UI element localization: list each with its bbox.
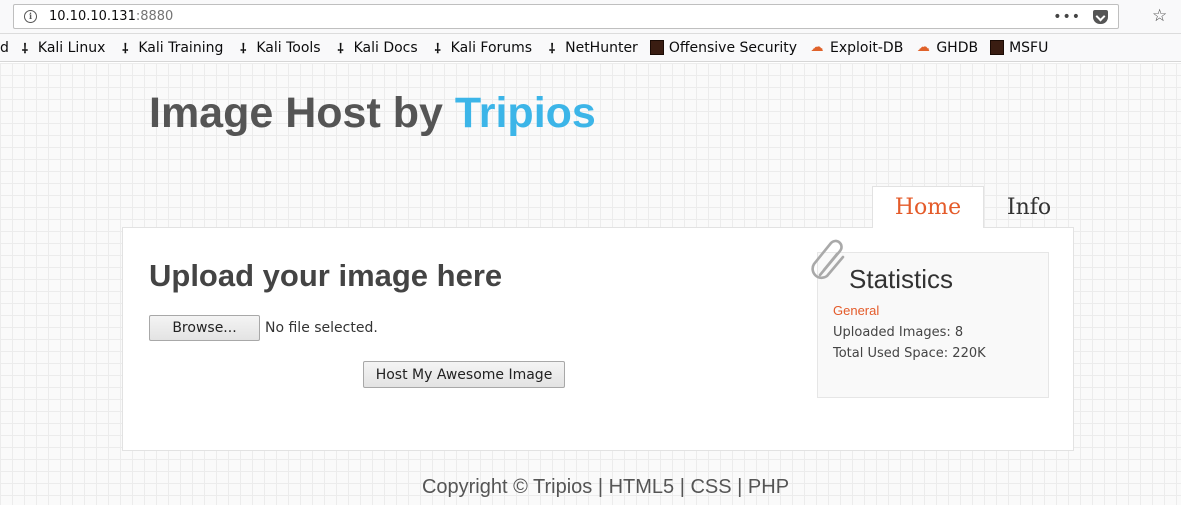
- bookmark-kali-training[interactable]: ⸸ Kali Training: [117, 39, 223, 57]
- bookmark-label: Kali Tools: [256, 39, 321, 56]
- site-title-brand: Tripios: [454, 89, 596, 137]
- bookmark-kali-forums[interactable]: ⸸ Kali Forums: [430, 39, 533, 57]
- site-title: Image Host by Tripios: [149, 89, 596, 138]
- url-bar[interactable]: i 10.10.10.131:8880 •••: [13, 4, 1119, 29]
- bookmark-label: Kali Docs: [353, 39, 418, 56]
- bookmark-ghdb[interactable]: ☁ GHDB: [915, 40, 978, 56]
- kali-dragon-icon: ⸸: [240, 41, 247, 57]
- browse-button[interactable]: Browse...: [149, 315, 260, 341]
- bookmark-kali-tools[interactable]: ⸸ Kali Tools: [235, 39, 320, 57]
- bookmark-label: NetHunter: [565, 39, 638, 56]
- bookmarks-toolbar: d ⸸ Kali Linux ⸸ Kali Training ⸸ Kali Tools…: [0, 34, 1181, 62]
- kali-dragon-icon: ⸸: [549, 41, 556, 57]
- bookmark-label: MSFU: [1009, 39, 1049, 56]
- offsec-icon: [990, 40, 1005, 55]
- site-title-prefix: Image Host by: [149, 89, 455, 137]
- info-icon[interactable]: i: [24, 10, 37, 23]
- kali-dragon-icon: ⸸: [434, 41, 441, 57]
- kali-dragon-icon: ⸸: [21, 41, 28, 57]
- bookmark-exploit-db[interactable]: ☁ Exploit-DB: [809, 39, 904, 56]
- kali-dragon-icon: ⸸: [337, 41, 344, 57]
- upload-panel: Upload your image here Browse... No file…: [122, 227, 1074, 451]
- url-host: 10.10.10.131: [49, 9, 136, 24]
- bookmark-nethunter[interactable]: ⸸ NetHunter: [544, 39, 638, 57]
- exploitdb-icon: ☁: [916, 40, 930, 55]
- bookmark-label: GHDB: [936, 39, 979, 56]
- browser-toolbar: i 10.10.10.131:8880 ••• ☆: [0, 0, 1181, 34]
- file-status: No file selected.: [265, 320, 378, 336]
- tab-home[interactable]: Home: [872, 186, 984, 228]
- footer-text: Copyright © Tripios | HTML5 | CSS | PHP: [421, 476, 790, 498]
- pocket-icon[interactable]: [1093, 9, 1108, 24]
- statistics-subtitle: General: [833, 303, 880, 318]
- bookmark-msfu[interactable]: MSFU: [990, 40, 1048, 56]
- bookmark-star-icon[interactable]: ☆: [1152, 6, 1167, 26]
- bookmark-kali-docs[interactable]: ⸸ Kali Docs: [333, 39, 418, 57]
- total-used-space: Total Used Space: 220K: [833, 346, 986, 361]
- statistics-title: Statistics: [849, 264, 954, 294]
- upload-title: Upload your image here: [149, 258, 503, 293]
- footer: Copyright © Tripios | HTML5 | CSS | PHP: [0, 476, 1181, 499]
- bookmark-label: Offensive Security: [668, 39, 798, 56]
- exploitdb-icon: ☁: [810, 40, 824, 55]
- page-content: Image Host by Tripios Home Info Upload y…: [0, 63, 1181, 505]
- kali-dragon-icon: ⸸: [122, 41, 129, 57]
- bookmark-item[interactable]: d: [0, 40, 9, 56]
- paperclip-icon: [811, 239, 845, 280]
- bookmark-label: Kali Forums: [450, 39, 533, 56]
- tab-info[interactable]: Info: [990, 186, 1068, 228]
- host-image-button[interactable]: Host My Awesome Image: [363, 361, 565, 388]
- page-actions-icon[interactable]: •••: [1053, 9, 1081, 25]
- url-text[interactable]: 10.10.10.131:8880: [49, 9, 173, 24]
- offsec-icon: [649, 40, 664, 55]
- bookmark-label: d: [0, 39, 9, 56]
- bookmark-label: Exploit-DB: [830, 39, 904, 56]
- statistics-box: Statistics General Uploaded Images: 8 To…: [811, 239, 1049, 398]
- uploaded-images-count: Uploaded Images: 8: [833, 325, 964, 340]
- bookmark-label: Kali Linux: [37, 39, 106, 56]
- url-port: :8880: [135, 9, 174, 24]
- bookmark-offensive-security[interactable]: Offensive Security: [649, 39, 798, 56]
- bookmark-label: Kali Training: [138, 39, 224, 56]
- bookmark-kali-linux[interactable]: ⸸ Kali Linux: [17, 39, 106, 57]
